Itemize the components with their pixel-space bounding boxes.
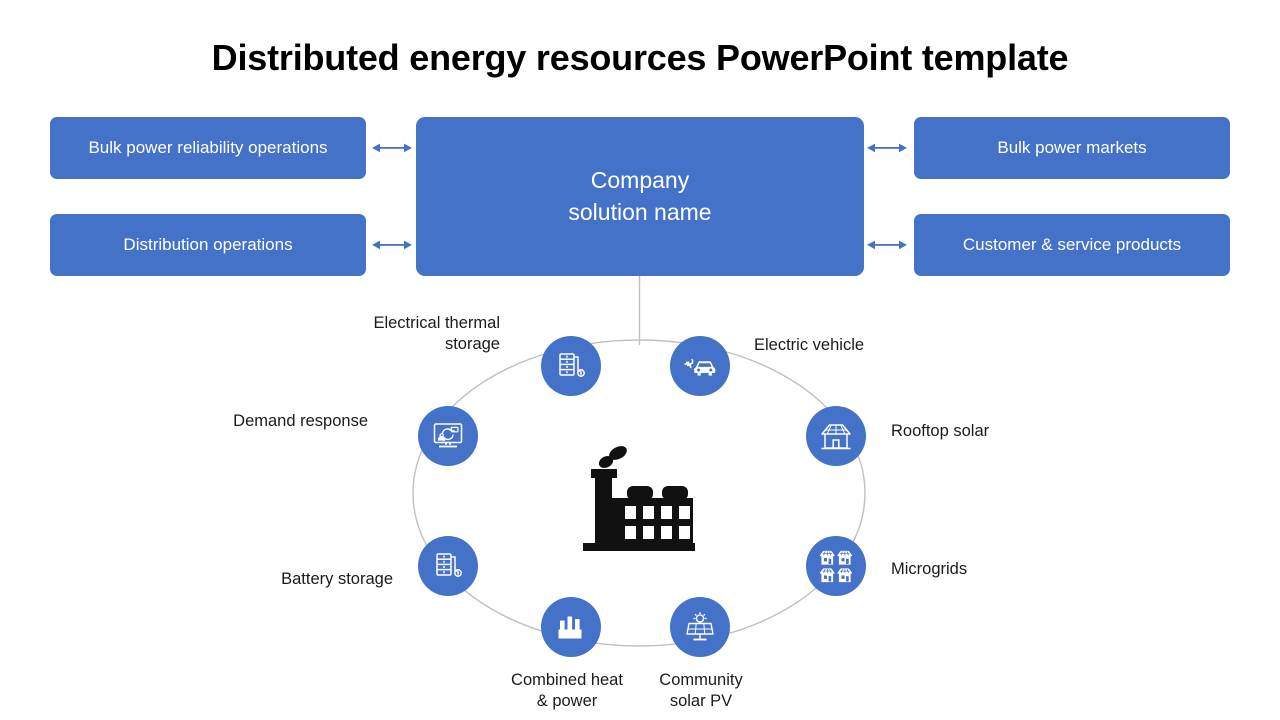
node-electric-vehicle[interactable] <box>670 336 730 396</box>
battery-rack-icon <box>432 550 464 582</box>
node-community-solar-pv[interactable] <box>670 597 730 657</box>
battery-rack-icon <box>555 350 587 382</box>
node-combined-heat-power[interactable] <box>541 597 601 657</box>
electric-car-icon <box>683 353 717 379</box>
box-label: Distribution operations <box>123 235 293 255</box>
house-grid-icon <box>819 549 853 583</box>
node-demand-response[interactable] <box>418 406 478 466</box>
box-bulk-power-markets[interactable]: Bulk power markets <box>914 117 1230 179</box>
node-electrical-thermal-storage[interactable] <box>541 336 601 396</box>
node-label-electrical-thermal-storage: Electrical thermal storage <box>373 314 500 354</box>
slide-canvas: Distributed energy resources PowerPoint … <box>0 0 1280 720</box>
box-label: Customer & service products <box>962 235 1182 255</box>
node-label-combined-heat-power: Combined heat & power <box>511 671 623 711</box>
center-box-company-solution-name[interactable]: Company solution name <box>416 117 864 276</box>
double-headed-arrow-icon <box>371 235 413 255</box>
box-label: Bulk power reliability operations <box>88 138 328 158</box>
node-label-demand-response: Demand response <box>233 412 368 430</box>
power-plant-icon <box>556 613 586 641</box>
double-headed-arrow-icon <box>866 138 908 158</box>
node-label-battery-storage: Battery storage <box>281 570 393 588</box>
node-label-microgrids: Microgrids <box>891 560 968 578</box>
node-rooftop-solar[interactable] <box>806 406 866 466</box>
center-box-label: Company solution name <box>568 167 712 225</box>
box-distribution-operations[interactable]: Distribution operations <box>50 214 366 276</box>
node-label-rooftop-solar: Rooftop solar <box>891 422 990 440</box>
box-customer-service-products[interactable]: Customer & service products <box>914 214 1230 276</box>
solar-house-icon <box>819 420 853 452</box>
node-battery-storage[interactable] <box>418 536 478 596</box>
box-bulk-power-reliability-operations[interactable]: Bulk power reliability operations <box>50 117 366 179</box>
factory-icon <box>575 438 703 556</box>
double-headed-arrow-icon <box>371 138 413 158</box>
double-headed-arrow-icon <box>866 235 908 255</box>
box-label: Bulk power markets <box>997 138 1147 158</box>
wheel-connector-graphic <box>412 276 866 647</box>
monitor-cycle-icon <box>432 421 464 451</box>
solar-panel-sun-icon <box>684 611 716 643</box>
node-label-electric-vehicle: Electric vehicle <box>754 336 865 354</box>
page-title: Distributed energy resources PowerPoint … <box>211 37 1069 78</box>
node-microgrids[interactable] <box>806 536 866 596</box>
